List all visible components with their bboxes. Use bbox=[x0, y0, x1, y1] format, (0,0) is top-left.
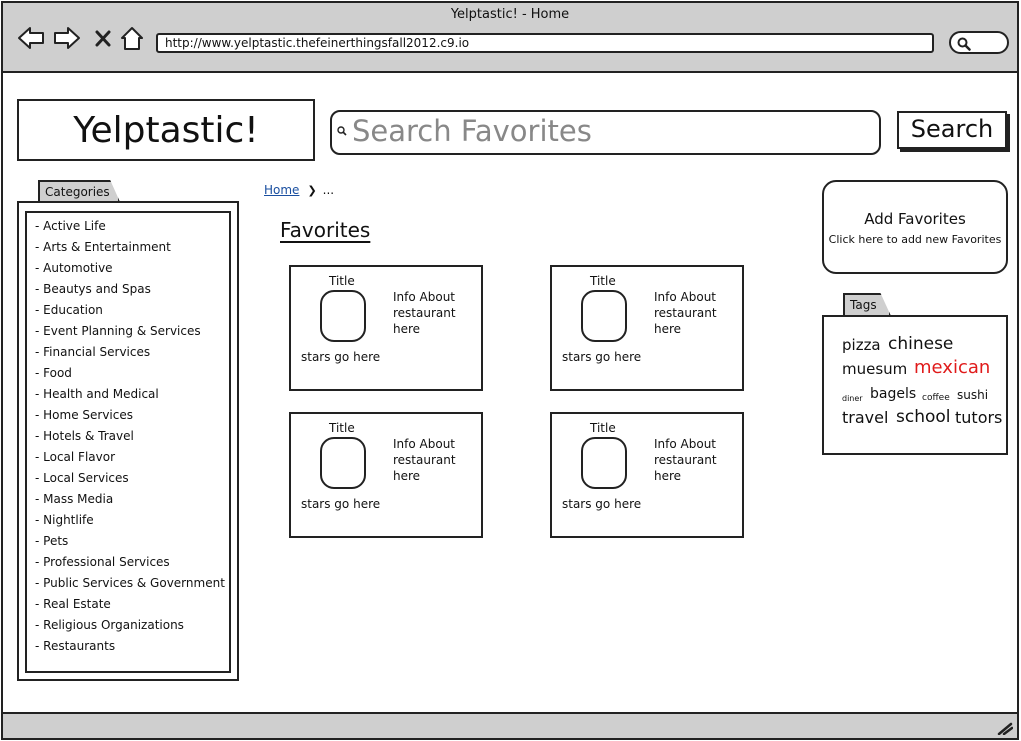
tag-link[interactable]: coffee bbox=[922, 393, 950, 403]
favorite-card[interactable]: Title Info About restaurant here stars g… bbox=[289, 412, 483, 538]
browser-window: Yelptastic! - Home http://www.yelptastic… bbox=[1, 1, 1019, 740]
image-placeholder bbox=[320, 290, 366, 342]
favorite-card[interactable]: Title Info About restaurant here stars g… bbox=[550, 412, 744, 538]
tag-link[interactable]: muesum bbox=[842, 360, 907, 378]
tag-cloud: pizza chinese muesum mexican diner bagel… bbox=[822, 315, 1008, 455]
category-item[interactable]: - Restaurants bbox=[35, 636, 229, 657]
tag-link[interactable]: travel bbox=[842, 408, 888, 427]
category-item[interactable]: - Religious Organizations bbox=[35, 615, 229, 636]
category-item[interactable]: - Beautys and Spas bbox=[35, 279, 229, 300]
search-favorites-input[interactable]: Search Favorites bbox=[330, 110, 881, 155]
tag-link[interactable]: school bbox=[896, 407, 951, 427]
category-item[interactable]: - Health and Medical bbox=[35, 384, 229, 405]
favorite-card[interactable]: Title Info About restaurant here stars g… bbox=[289, 265, 483, 391]
tag-link[interactable]: pizza bbox=[842, 336, 881, 354]
window-title: Yelptastic! - Home bbox=[450, 7, 570, 22]
card-title: Title bbox=[329, 274, 355, 288]
breadcrumb-rest: ... bbox=[322, 183, 335, 197]
tag-link-highlighted[interactable]: mexican bbox=[914, 357, 990, 378]
card-info: Info About restaurant here bbox=[654, 437, 717, 483]
chevron-right-icon: ❯ bbox=[307, 184, 317, 197]
tag-link[interactable]: sushi bbox=[957, 388, 988, 402]
category-item[interactable]: - Home Services bbox=[35, 405, 229, 426]
card-stars: stars go here bbox=[301, 497, 381, 511]
card-stars: stars go here bbox=[562, 497, 642, 511]
category-item[interactable]: - Real Estate bbox=[35, 594, 229, 615]
browser-search-field[interactable] bbox=[949, 31, 1009, 54]
card-info: Info About restaurant here bbox=[654, 290, 717, 336]
category-item[interactable]: - Hotels & Travel bbox=[35, 426, 229, 447]
forward-arrow-icon[interactable] bbox=[53, 25, 81, 51]
stop-icon[interactable] bbox=[93, 25, 113, 51]
image-placeholder bbox=[581, 437, 627, 489]
card-stars: stars go here bbox=[301, 350, 381, 364]
categories-list: - Active Life - Arts & Entertainment - A… bbox=[25, 211, 231, 673]
url-bar[interactable]: http://www.yelptastic.thefeinerthingsfal… bbox=[156, 33, 934, 53]
add-favorites-button[interactable]: Add Favorites Click here to add new Favo… bbox=[822, 180, 1008, 274]
tag-link[interactable]: tutors bbox=[955, 408, 1002, 427]
category-item[interactable]: - Local Services bbox=[35, 468, 229, 489]
category-item[interactable]: - Food bbox=[35, 363, 229, 384]
status-bar bbox=[3, 712, 1017, 738]
category-item[interactable]: - Local Flavor bbox=[35, 447, 229, 468]
category-item[interactable]: - Mass Media bbox=[35, 489, 229, 510]
page-title: Favorites bbox=[280, 218, 371, 242]
site-logo[interactable]: Yelptastic! bbox=[17, 99, 315, 161]
breadcrumb-home-link[interactable]: Home bbox=[264, 183, 299, 197]
search-button[interactable]: Search bbox=[897, 111, 1007, 149]
browser-chrome: Yelptastic! - Home http://www.yelptastic… bbox=[3, 3, 1017, 73]
category-item[interactable]: - Automotive bbox=[35, 258, 229, 279]
categories-tab[interactable]: Categories bbox=[38, 180, 120, 202]
category-item[interactable]: - Public Services & Government bbox=[35, 573, 229, 594]
tag-link[interactable]: bagels bbox=[870, 386, 916, 402]
card-stars: stars go here bbox=[562, 350, 642, 364]
card-title: Title bbox=[329, 421, 355, 435]
add-favorites-heading: Add Favorites bbox=[864, 210, 966, 228]
card-info: Info About restaurant here bbox=[393, 290, 456, 336]
home-icon[interactable] bbox=[119, 25, 147, 51]
category-item[interactable]: - Active Life bbox=[35, 216, 229, 237]
favorite-card[interactable]: Title Info About restaurant here stars g… bbox=[550, 265, 744, 391]
card-info: Info About restaurant here bbox=[393, 437, 456, 483]
category-item[interactable]: - Education bbox=[35, 300, 229, 321]
search-icon bbox=[337, 126, 347, 136]
image-placeholder bbox=[320, 437, 366, 489]
card-title: Title bbox=[590, 421, 616, 435]
tag-link[interactable]: chinese bbox=[888, 334, 953, 354]
card-title: Title bbox=[590, 274, 616, 288]
category-item[interactable]: - Pets bbox=[35, 531, 229, 552]
search-placeholder: Search Favorites bbox=[352, 114, 592, 148]
tag-link[interactable]: diner bbox=[842, 394, 863, 403]
category-item[interactable]: - Arts & Entertainment bbox=[35, 237, 229, 258]
category-item[interactable]: - Event Planning & Services bbox=[35, 321, 229, 342]
tags-tab[interactable]: Tags bbox=[843, 293, 891, 316]
categories-panel: - Active Life - Arts & Entertainment - A… bbox=[17, 201, 239, 681]
add-favorites-subtext: Click here to add new Favorites bbox=[828, 233, 1002, 246]
image-placeholder bbox=[581, 290, 627, 342]
back-arrow-icon[interactable] bbox=[17, 25, 45, 51]
category-item[interactable]: - Professional Services bbox=[35, 552, 229, 573]
resize-grip-icon[interactable] bbox=[997, 721, 1013, 735]
breadcrumb: Home ❯... bbox=[264, 183, 334, 197]
category-item[interactable]: - Nightlife bbox=[35, 510, 229, 531]
category-item[interactable]: - Financial Services bbox=[35, 342, 229, 363]
search-icon bbox=[957, 37, 971, 51]
